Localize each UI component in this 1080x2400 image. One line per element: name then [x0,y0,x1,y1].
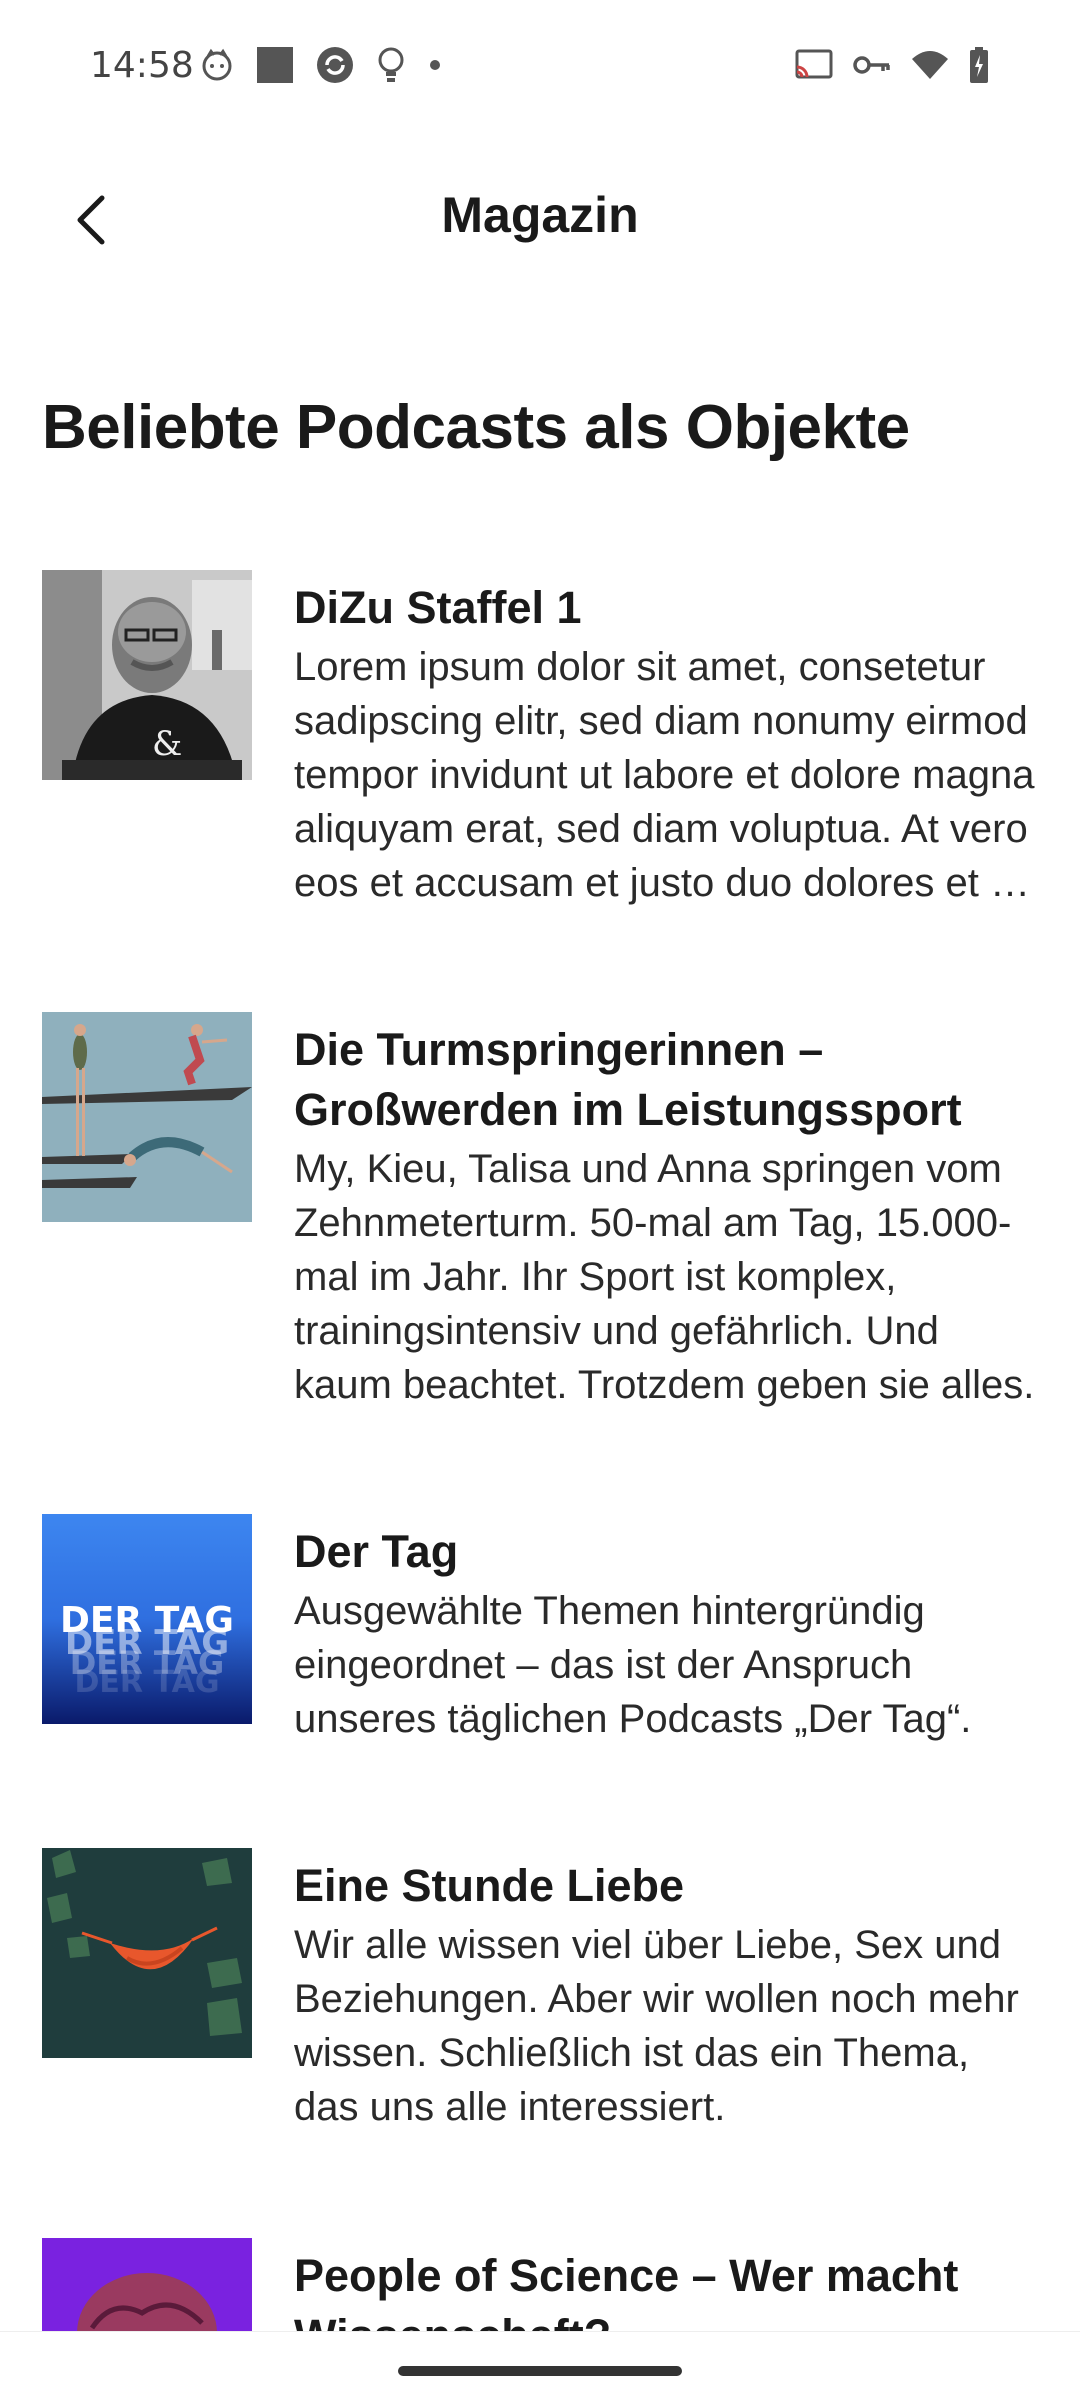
podcast-thumbnail: & [42,570,252,780]
sync-circle-icon [316,46,354,84]
page-title: Magazin [441,187,639,243]
podcast-thumbnail [42,2238,252,2332]
navigation-bar [0,2331,1080,2400]
home-indicator[interactable] [398,2366,682,2376]
section-title: Beliebte Podcasts als Objekte [42,393,910,462]
podcast-thumbnail [42,1848,252,2058]
cat-face-icon [200,48,234,82]
podcast-description: Ausgewählte Themen hintergründig eingeor… [294,1589,972,1741]
svg-text:&: & [152,724,182,764]
hammock-illustration [42,1848,252,2058]
app-header: Magazin [0,160,1080,280]
brain-illustration [42,2238,252,2332]
der-tag-logo: DER TAG DER TAG DER TAG DER TAG [42,1514,252,1724]
dot-icon [428,58,442,72]
svg-text:DER TAG: DER TAG [60,1600,234,1641]
wifi-icon [910,49,950,81]
podcast-title: Die Turmspringerinnen – Großwerden im Le… [294,1024,962,1135]
podcast-thumbnail: DER TAG DER TAG DER TAG DER TAG [42,1514,252,1724]
status-bar: 14:58 [0,0,1080,134]
podcast-title: DiZu Staffel 1 [294,582,582,633]
podcast-title: People of Science – Wer macht Wissenscha… [294,2250,959,2332]
podcast-description: Wir alle wissen viel über Liebe, Sex und… [294,1923,1019,2129]
status-time: 14:58 [90,45,194,86]
divers-illustration [42,1012,252,1222]
podcast-title: Eine Stunde Liebe [294,1860,685,1911]
vpn-key-icon [852,53,892,77]
podcast-description: My, Kieu, Talisa und Anna springen vom Z… [294,1147,1035,1407]
battery-charging-icon [968,46,990,84]
podcast-title: Der Tag [294,1526,459,1577]
cast-icon [794,49,834,81]
lightbulb-icon [376,46,406,84]
square-icon [256,46,294,84]
portrait-photo: & [42,570,252,780]
podcast-description: Lorem ipsum dolor sit amet, consetetur s… [294,645,1035,905]
podcast-thumbnail [42,1012,252,1222]
